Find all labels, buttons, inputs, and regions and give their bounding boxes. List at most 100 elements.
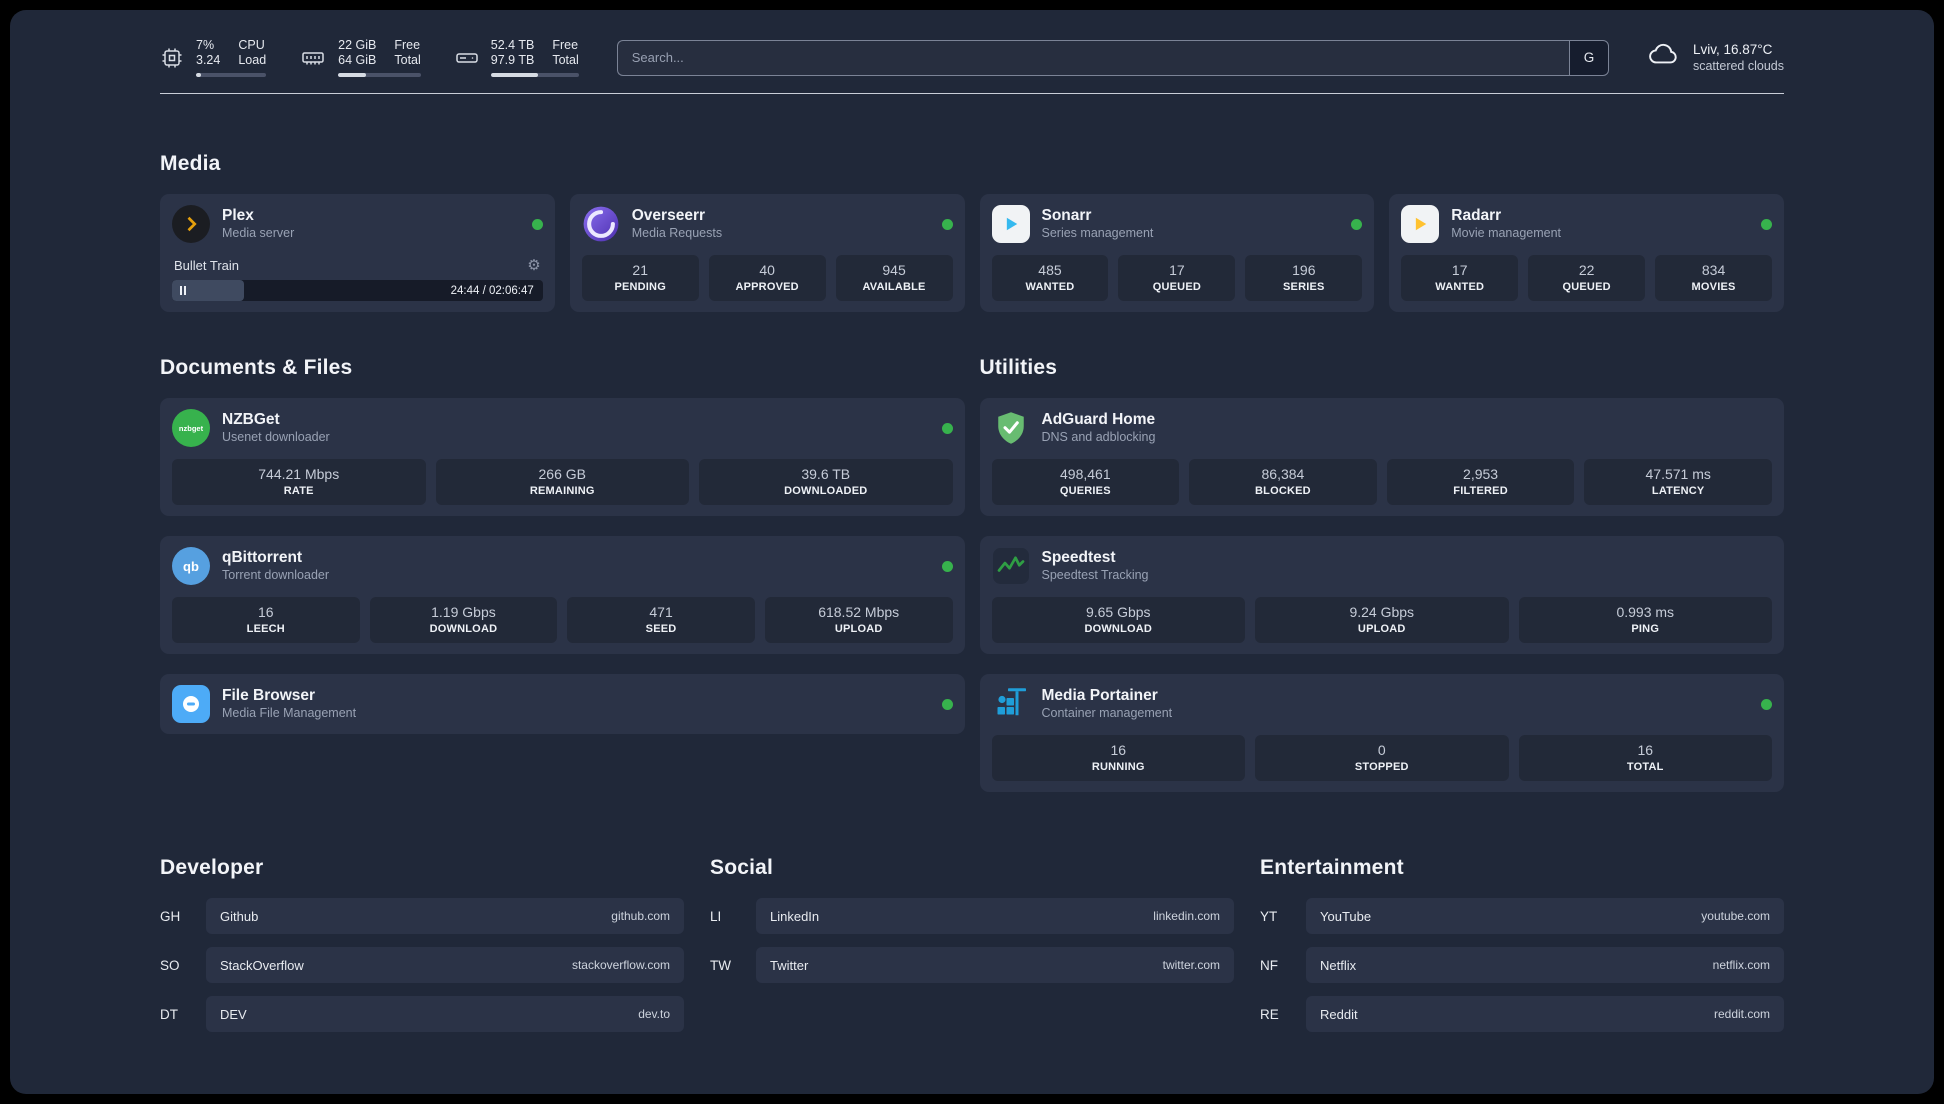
bookmark-link-github[interactable]: Github github.com: [206, 898, 684, 934]
plex-icon: [172, 205, 210, 243]
cloud-icon: [1647, 42, 1681, 73]
app-subtitle: Speedtest Tracking: [1041, 568, 1149, 583]
disk-icon: [455, 46, 479, 70]
stat-label: QUEUED: [1152, 281, 1202, 293]
app-name: qBittorrent: [222, 549, 303, 566]
cpu-usage-label: CPU: [238, 38, 265, 52]
stat-value: 0: [1377, 742, 1386, 758]
stat-box: 744.21 Mbps RATE: [172, 459, 426, 505]
app-card-sonarr[interactable]: Sonarr Series management 485 WANTED 17 Q…: [979, 194, 1375, 312]
stat-box: 40 APPROVED: [708, 255, 826, 301]
stat-label: UPLOAD: [834, 623, 883, 635]
stat-box: 471 SEED: [567, 597, 755, 643]
stat-label: LATENCY: [1651, 485, 1705, 497]
dashboard-content: 7% CPU 3.24 Load 22 GiB Free 64 GiB Tota…: [160, 10, 1784, 1045]
bookmark-link-reddit[interactable]: Reddit reddit.com: [1306, 996, 1784, 1032]
app-card-portainer[interactable]: Media Portainer Container management 16 …: [979, 674, 1784, 792]
documents-section: Documents & Files nzbget NZBGet Usenet d…: [160, 356, 965, 734]
status-dot: [531, 218, 543, 230]
app-card-plex[interactable]: Plex Media server Bullet Train ⚙ 24:44 /…: [160, 194, 555, 312]
stat-value: 9.24 Gbps: [1349, 604, 1415, 620]
stat-label: APPROVED: [735, 281, 799, 293]
bookmark-group-entertainment: Entertainment YT YouTube youtube.com NF …: [1260, 856, 1784, 1045]
app-card-qbittorrent[interactable]: qb qBittorrent Torrent downloader 16 LEE…: [160, 536, 965, 654]
top-bar: 7% CPU 3.24 Load 22 GiB Free 64 GiB Tota…: [160, 38, 1784, 77]
stat-label: BLOCKED: [1255, 485, 1311, 497]
bookmark-link-netflix[interactable]: Netflix netflix.com: [1306, 947, 1784, 983]
stat-label: WANTED: [1435, 281, 1485, 293]
ram-total-label: Total: [394, 53, 421, 67]
app-name: Radarr: [1451, 207, 1502, 224]
playback-progress-bar[interactable]: 24:44 / 02:06:47: [172, 280, 543, 301]
bookmark-abbr: NF: [1260, 957, 1278, 973]
app-card-overseerr[interactable]: Overseerr Media Requests 21 PENDING 40 A…: [569, 194, 965, 312]
stat-box: 22 QUEUED: [1528, 255, 1646, 301]
disk-progress-bar: [490, 73, 579, 77]
stat-label: SEED: [645, 623, 677, 635]
app-subtitle: Container management: [1041, 706, 1173, 721]
stat-box: 16 TOTAL: [1518, 735, 1772, 781]
stat-value: 9.65 Gbps: [1085, 604, 1151, 620]
stat-label: PING: [1631, 623, 1660, 635]
stat-label: RUNNING: [1091, 761, 1145, 773]
app-name: AdGuard Home: [1041, 411, 1156, 428]
bookmark-row: YT YouTube youtube.com: [1260, 898, 1784, 934]
ram-total-value: 64 GiB: [338, 53, 377, 67]
weather-widget: Lviv, 16.87°C scattered clouds: [1647, 42, 1784, 73]
stat-label: AVAILABLE: [862, 281, 926, 293]
stat-value: 22: [1578, 262, 1595, 278]
bookmark-row: DT DEV dev.to: [160, 996, 684, 1032]
system-monitors: 7% CPU 3.24 Load 22 GiB Free 64 GiB Tota…: [160, 38, 579, 77]
memory-icon: [300, 46, 326, 70]
stat-box: 0.993 ms PING: [1518, 597, 1772, 643]
bookmark-link-dev[interactable]: DEV dev.to: [206, 996, 684, 1032]
stat-label: DOWNLOADED: [784, 485, 868, 497]
disk-total-value: 97.9 TB: [490, 53, 535, 67]
gear-icon[interactable]: ⚙: [527, 258, 540, 273]
stat-value: 17: [1169, 262, 1185, 278]
stat-box: 498,461 QUERIES: [991, 459, 1180, 505]
disk-free-value: 52.4 TB: [490, 38, 535, 52]
app-card-filebrowser[interactable]: File Browser Media File Management: [160, 674, 965, 734]
stat-value: 16: [1637, 742, 1654, 758]
app-name: Sonarr: [1041, 207, 1092, 224]
radarr-icon: [1401, 205, 1440, 243]
stat-box: 0 STOPPED: [1255, 735, 1509, 781]
bookmark-link-stackoverflow[interactable]: StackOverflow stackoverflow.com: [206, 947, 684, 983]
cpu-usage-value: 7%: [196, 38, 215, 52]
bookmark-link-linkedin[interactable]: LinkedIn linkedin.com: [756, 898, 1234, 934]
stat-box: 86,384 BLOCKED: [1189, 459, 1377, 505]
app-card-adguard[interactable]: AdGuard Home DNS and adblocking 498,461 …: [979, 398, 1784, 516]
portainer-icon: [992, 685, 1030, 723]
disk-monitor: 52.4 TB Free 97.9 TB Total: [455, 38, 579, 77]
app-card-radarr[interactable]: Radarr Movie management 17 WANTED 22 QUE…: [1389, 194, 1784, 312]
bookmark-link-youtube[interactable]: YouTube youtube.com: [1306, 898, 1784, 934]
stat-value: 945: [882, 262, 906, 278]
stat-value: 196: [1292, 262, 1316, 278]
stat-value: 2,953: [1463, 466, 1499, 482]
bookmark-row: LI LinkedIn linkedin.com: [710, 898, 1234, 934]
status-dot: [1351, 218, 1363, 230]
utilities-section-title: Utilities: [979, 356, 1058, 379]
stat-value: 744.21 Mbps: [258, 466, 340, 482]
status-dot: [941, 698, 953, 710]
stat-value: 498,461: [1060, 466, 1111, 482]
developer-section-title: Developer: [160, 856, 264, 879]
app-subtitle: DNS and adblocking: [1041, 430, 1156, 445]
search-input[interactable]: [616, 39, 1569, 76]
app-subtitle: Media server: [222, 226, 295, 241]
app-card-nzbget[interactable]: nzbget NZBGet Usenet downloader 744.21 M…: [160, 398, 965, 516]
entertainment-section-title: Entertainment: [1260, 856, 1404, 879]
search-engine-button[interactable]: G: [1568, 39, 1609, 76]
bookmark-abbr: YT: [1260, 908, 1278, 924]
stat-box: 196 SERIES: [1245, 255, 1363, 301]
stat-box: 16 RUNNING: [991, 735, 1245, 781]
app-card-speedtest[interactable]: Speedtest Speedtest Tracking 9.65 Gbps D…: [979, 536, 1784, 654]
stat-value: 1.19 Gbps: [431, 604, 496, 620]
stat-label: SERIES: [1283, 281, 1325, 293]
bookmark-abbr: SO: [160, 957, 180, 973]
bookmark-link-twitter[interactable]: Twitter twitter.com: [756, 947, 1234, 983]
qbittorrent-icon: qb: [172, 547, 210, 585]
stat-label: DOWNLOAD: [429, 623, 498, 635]
stat-label: MOVIES: [1691, 281, 1736, 293]
